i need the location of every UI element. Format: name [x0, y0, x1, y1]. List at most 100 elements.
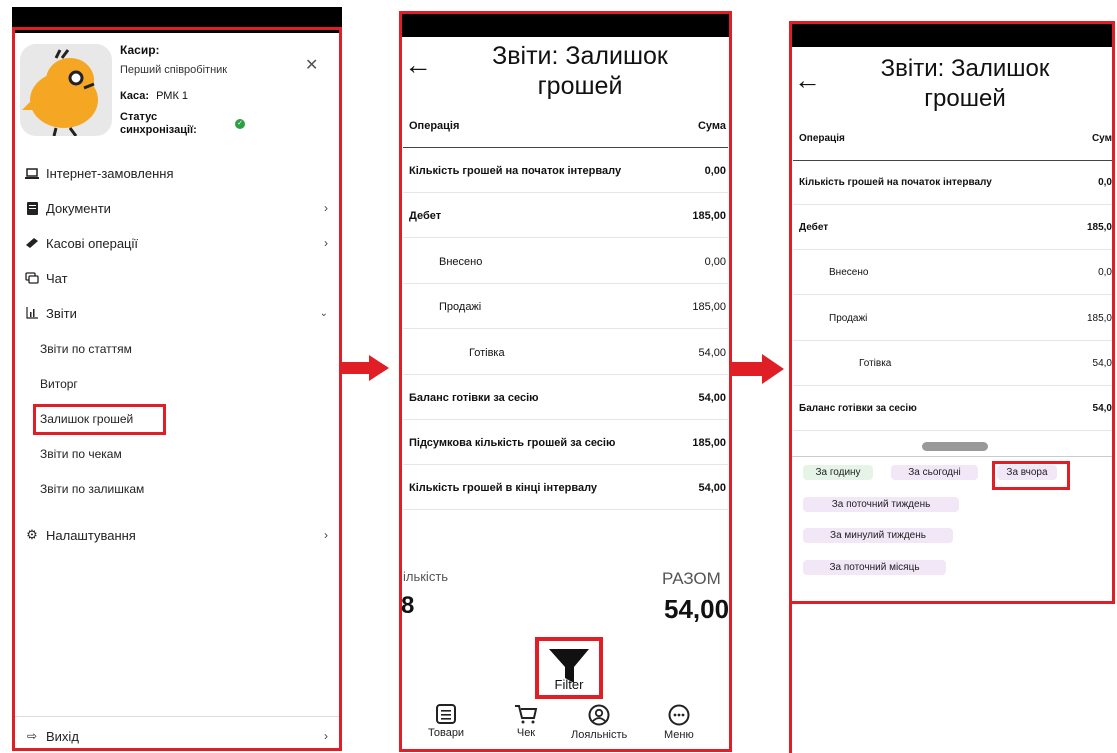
table-header: Операція Сума — [403, 104, 728, 148]
register-value: РМК 1 — [156, 90, 189, 102]
filter-button[interactable]: Filter — [535, 637, 603, 699]
laptop-icon — [24, 166, 40, 180]
filter-chip-last-week[interactable]: За минулий тиждень — [803, 528, 953, 543]
row-label: Готівка — [859, 357, 892, 369]
menu-item-chat[interactable]: Чат — [24, 266, 334, 290]
chevron-right-icon: › — [324, 236, 328, 250]
column-operation: Операція — [799, 132, 845, 144]
row-label: Кількість грошей на початок інтервалу — [799, 176, 992, 188]
nav-menu-label: Меню — [664, 729, 694, 741]
menu-item-reports[interactable]: Звіти ⌄ — [24, 301, 334, 325]
cashier-value: Перший співробітник — [120, 64, 228, 76]
page-title-line1: Звіти: Залишок — [880, 55, 1050, 82]
menu-label: Вихід — [46, 728, 79, 744]
row-label: Продажі — [439, 300, 482, 313]
filter-chip-today[interactable]: За сьогодні — [891, 465, 978, 480]
page-title-line2: грошей — [537, 72, 623, 100]
back-arrow-icon[interactable]: ← — [404, 51, 432, 79]
panel-border-lower — [789, 601, 792, 753]
chevron-down-icon: ⌄ — [319, 307, 328, 319]
register-row: Каса: РМК 1 — [120, 90, 188, 102]
submenu-reports-by-articles[interactable]: Звіти по статтям — [40, 342, 132, 356]
row-value: 0,00 — [704, 164, 726, 177]
row-value: 54,0 — [1092, 402, 1112, 414]
count-value: 8 — [401, 592, 415, 619]
row-value: 54,00 — [698, 481, 726, 494]
table-row: Баланс готівки за сесію 54,0 — [793, 386, 1112, 431]
filter-chip-hour[interactable]: За годину — [803, 465, 873, 480]
divider — [15, 716, 339, 717]
row-label: Підсумкова кількість грошей за сесію — [409, 436, 616, 449]
nav-menu[interactable]: Меню — [664, 704, 694, 741]
total-value: 54,00 — [664, 594, 730, 624]
row-label: Баланс готівки за сесію — [409, 391, 539, 404]
menu-label: Звіти — [46, 305, 77, 321]
table-row: Готівка 54,0 — [793, 341, 1112, 386]
submenu-cash-balance[interactable]: Залишок грошей — [40, 412, 133, 426]
column-operation: Операція — [409, 119, 460, 132]
row-label: Дебет — [409, 209, 442, 222]
more-icon — [668, 704, 690, 729]
arrow-right-icon — [341, 355, 389, 381]
table-row: Продажі 185,00 — [403, 285, 728, 329]
row-label: Готівка — [469, 346, 505, 359]
submenu-reports-by-stock[interactable]: Звіти по залишкам — [40, 482, 144, 496]
nav-receipt-label: Чек — [516, 727, 536, 739]
avatar — [20, 44, 112, 136]
row-value: 185,0 — [1086, 312, 1112, 324]
logout-icon: ⇨ — [26, 729, 38, 743]
sync-label-line1: Статус — [120, 111, 158, 123]
row-label: Внесено — [439, 255, 483, 268]
menu-item-settings[interactable]: ⚙ Налаштування › — [24, 523, 334, 547]
menu-label: Налаштування — [46, 527, 136, 543]
back-arrow-icon[interactable]: ← — [794, 67, 821, 94]
submenu-revenue[interactable]: Виторг — [40, 377, 78, 391]
sync-ok-icon: ✓ — [235, 119, 245, 129]
sheet-divider — [792, 456, 1112, 457]
register-label: Каса: — [120, 90, 149, 102]
table-row: Кількість грошей на початок інтервалу 0,… — [793, 160, 1112, 205]
row-value: 54,0 — [1092, 357, 1112, 369]
menu-item-internet-orders[interactable]: Інтернет-замовлення — [24, 161, 334, 185]
submenu-reports-by-receipts[interactable]: Звіти по чекам — [40, 447, 122, 461]
menu-item-documents[interactable]: Документи › — [24, 196, 334, 220]
row-label: Дебет — [799, 221, 829, 233]
column-sum: Сума — [697, 119, 726, 132]
table-row: Кількість грошей в кінці інтервалу 54,00 — [403, 466, 728, 510]
table-row: Внесено 0,00 — [403, 240, 728, 284]
gear-icon: ⚙ — [26, 527, 38, 542]
menu-label: Чат — [46, 270, 68, 286]
cart-icon — [514, 704, 538, 727]
nav-goods-label: Товари — [428, 727, 465, 739]
row-label: Кількість грошей в кінці інтервалу — [409, 481, 598, 494]
total-label: РАЗОМ — [662, 569, 721, 588]
table-row: Кількість грошей на початок інтервалу 0,… — [403, 149, 728, 193]
page-title: Звіти: Залишок грошей — [440, 41, 720, 101]
menu-label: Документи — [46, 200, 111, 216]
close-icon[interactable]: ✕ — [305, 55, 318, 75]
row-label: Кількість грошей на початок інтервалу — [409, 164, 622, 177]
menu-item-exit[interactable]: ⇨ Вихід › — [24, 724, 334, 748]
sync-label: Статус синхронізації: — [120, 111, 197, 137]
table-row: Дебет 185,00 — [403, 194, 728, 238]
arrow-right-icon — [732, 354, 784, 384]
column-sum: Сум — [1091, 132, 1112, 144]
nav-receipt[interactable]: Чек — [514, 704, 538, 739]
mascot-bird-icon — [22, 49, 98, 136]
row-value: 54,00 — [698, 391, 726, 404]
money-icon — [24, 236, 40, 250]
sync-label-line2: синхронізації: — [120, 124, 197, 136]
filter-chip-this-month[interactable]: За поточний місяць — [803, 560, 946, 575]
nav-loyalty[interactable]: Лояльність — [571, 704, 627, 741]
filter-chip-this-week[interactable]: За поточний тиждень — [803, 497, 959, 512]
row-value: 185,0 — [1086, 221, 1112, 233]
nav-goods[interactable]: Товари — [428, 704, 464, 739]
count-label: ількість — [403, 569, 449, 584]
sheet-drag-handle[interactable] — [922, 442, 988, 451]
filter-chip-yesterday[interactable]: За вчора — [997, 465, 1057, 480]
filter-label: Filter — [554, 677, 584, 692]
menu-label: Інтернет-замовлення — [46, 165, 174, 181]
table-row: Внесено 0,0 — [793, 250, 1112, 295]
menu-item-cash-operations[interactable]: Касові операції › — [24, 231, 334, 255]
chevron-right-icon: › — [324, 729, 328, 743]
